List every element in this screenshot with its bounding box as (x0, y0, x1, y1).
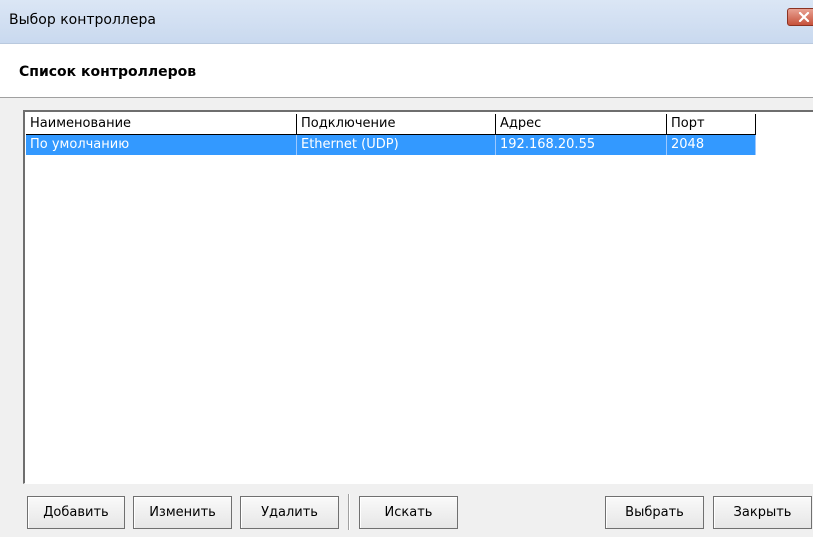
controller-list[interactable]: Наименование Подключение Адрес Порт По у… (23, 110, 813, 484)
delete-button[interactable]: Удалить (240, 496, 339, 529)
cell-port: 2048 (667, 135, 756, 155)
search-button[interactable]: Искать (359, 496, 458, 529)
header-panel: Список контроллеров (0, 44, 813, 98)
column-header-port[interactable]: Порт (667, 114, 756, 135)
column-header-address[interactable]: Адрес (496, 114, 667, 135)
add-button[interactable]: Добавить (27, 496, 125, 529)
table-row[interactable]: По умолчанию Ethernet (UDP) 192.168.20.5… (26, 135, 756, 155)
column-header-name[interactable]: Наименование (26, 114, 297, 135)
cell-address: 192.168.20.55 (496, 135, 667, 155)
close-button[interactable]: Закрыть (713, 496, 812, 529)
title-bar: Выбор контроллера (0, 0, 813, 44)
page-title: Список контроллеров (19, 64, 197, 80)
window-title: Выбор контроллера (9, 12, 156, 28)
close-window-button[interactable] (787, 8, 813, 26)
edit-button[interactable]: Изменить (133, 496, 232, 529)
toolbar-separator (348, 494, 350, 530)
close-icon (798, 12, 810, 22)
cell-connection: Ethernet (UDP) (297, 135, 496, 155)
column-header-connection[interactable]: Подключение (297, 114, 496, 135)
cell-name: По умолчанию (26, 135, 297, 155)
select-button[interactable]: Выбрать (605, 496, 704, 529)
